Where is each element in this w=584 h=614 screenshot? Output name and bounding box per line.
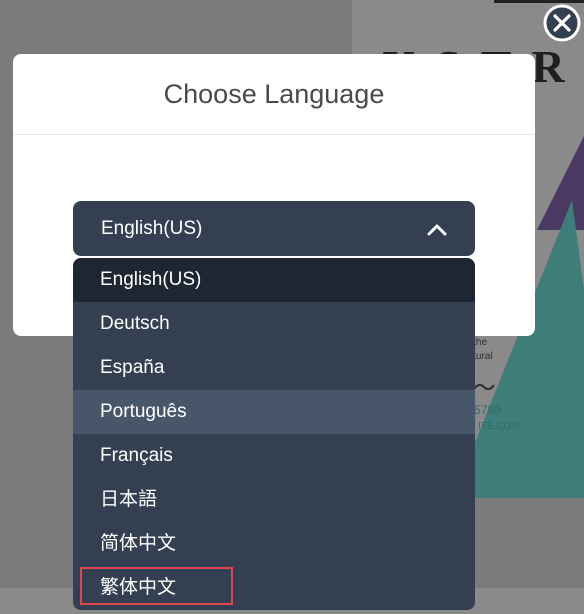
language-option-espana[interactable]: España xyxy=(73,346,475,390)
language-select[interactable]: English(US) xyxy=(73,201,475,256)
poster-phone: 5789 xyxy=(474,403,501,417)
language-option-deutsch[interactable]: Deutsch xyxy=(73,302,475,346)
poster-squiggle-icon xyxy=(473,383,495,391)
close-circle-icon xyxy=(543,4,581,42)
option-label: English(US) xyxy=(100,269,202,290)
page: USTR of the natural 5789 ITE.COM Choose … xyxy=(0,0,584,614)
language-select-value: English(US) xyxy=(101,217,203,239)
language-option-japanese[interactable]: 日本語 xyxy=(73,478,475,522)
option-label: 日本語 xyxy=(100,489,158,510)
highlight-outline xyxy=(80,567,233,605)
modal-header: Choose Language xyxy=(13,54,535,135)
language-option-english-us[interactable]: English(US) xyxy=(73,258,475,302)
poster-top-line xyxy=(494,0,584,3)
language-dropdown-list: English(US) Deutsch España Português Fra… xyxy=(73,258,475,610)
language-option-traditional-chinese[interactable]: 繁体中文 xyxy=(73,566,475,610)
language-option-portugues[interactable]: Português xyxy=(73,390,475,434)
option-label: España xyxy=(100,357,165,378)
poster-site: ITE.COM xyxy=(478,421,520,432)
option-label: 简体中文 xyxy=(100,533,177,554)
chevron-up-icon xyxy=(427,224,447,235)
option-label: Deutsch xyxy=(100,313,170,334)
option-label: Português xyxy=(100,401,187,422)
modal-title: Choose Language xyxy=(163,78,385,109)
language-option-francais[interactable]: Français xyxy=(73,434,475,478)
language-option-simplified-chinese[interactable]: 简体中文 xyxy=(73,522,475,566)
close-button[interactable] xyxy=(543,4,581,42)
option-label: Français xyxy=(100,445,173,466)
